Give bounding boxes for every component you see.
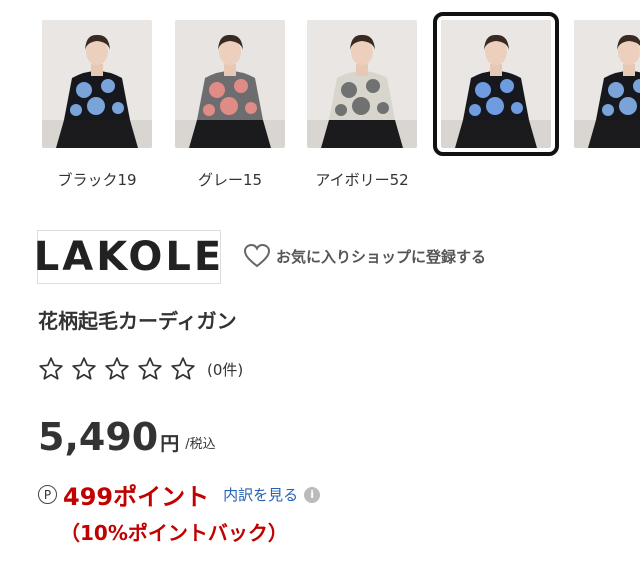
shop-logo[interactable]: LAKOLE — [33, 230, 225, 284]
point-icon: P — [38, 485, 57, 504]
model-photo — [175, 20, 285, 148]
shop-logo-text: LAKOLE — [33, 234, 225, 280]
rating-stars[interactable]: (0件) — [38, 356, 243, 382]
points-back-note: （10%ポイントバック） — [60, 521, 288, 545]
color-thumb[interactable] — [574, 20, 640, 148]
color-label: アイボリー52 — [315, 171, 409, 189]
model-photo — [307, 20, 417, 148]
price-currency: 円 — [160, 433, 180, 456]
color-thumb[interactable] — [175, 20, 285, 148]
model-photo — [574, 20, 640, 148]
star-outline-icon — [39, 357, 63, 380]
model-photo — [441, 20, 551, 148]
color-thumb[interactable] — [307, 20, 417, 148]
review-count[interactable]: (0件) — [207, 359, 243, 380]
heart-outline-icon — [244, 244, 270, 268]
favorite-shop-button[interactable]: お気に入りショップに登録する — [244, 244, 486, 268]
price-block: 5,490 円 /税込 — [38, 418, 216, 456]
star-outline-icon — [72, 357, 96, 380]
points-breakdown-link[interactable]: 内訳を見る — [223, 484, 298, 505]
info-icon[interactable]: i — [304, 486, 321, 503]
color-label: グレー15 — [197, 171, 263, 189]
color-variant-strip: ブラック19 グレー15 アイボリー52 — [0, 0, 640, 200]
color-label: ブラック19 — [57, 171, 137, 189]
star-outline-icon — [105, 357, 129, 380]
points-value: 499ポイント — [63, 483, 210, 511]
color-thumb[interactable] — [42, 20, 152, 148]
star-outline-icon — [138, 357, 162, 380]
model-photo — [42, 20, 152, 148]
price-value: 5,490 — [38, 415, 159, 459]
color-thumb[interactable] — [433, 12, 559, 156]
tax-note: /税込 — [185, 437, 216, 453]
star-outline-icon — [171, 357, 195, 380]
favorite-shop-label: お気に入りショップに登録する — [276, 247, 487, 266]
product-title: 花柄起毛カーディガン — [38, 309, 237, 333]
points-row: P 499ポイント 内訳を見る i — [38, 477, 321, 512]
